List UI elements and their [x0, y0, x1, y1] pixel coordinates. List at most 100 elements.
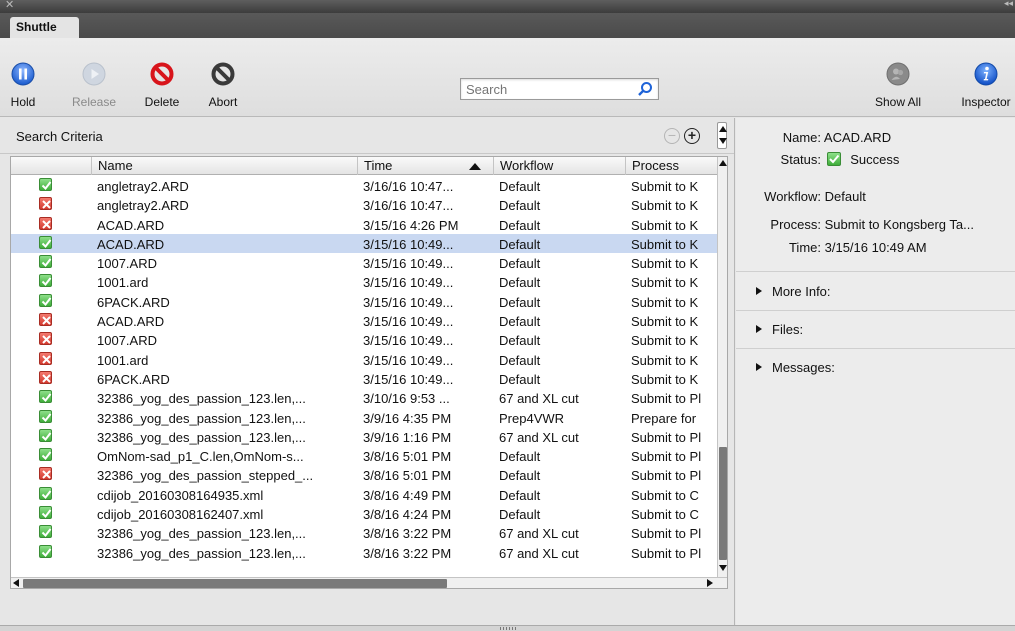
column-process[interactable]: Process	[625, 157, 717, 175]
inspector-name-row: Name: ACAD.ARD	[736, 130, 891, 145]
abort-button[interactable]: Abort	[203, 62, 243, 109]
success-check-icon	[39, 428, 52, 442]
table-row[interactable]: 32386_yog_des_passion_123.len,... 3/10/16…	[11, 388, 717, 407]
column-name[interactable]: Name	[91, 157, 357, 175]
table-row[interactable]: 32386_yog_des_passion_123.len,... 3/8/16 …	[11, 543, 717, 562]
column-status[interactable]	[11, 157, 91, 175]
close-icon[interactable]: ✕	[5, 0, 14, 11]
column-workflow[interactable]: Workflow	[493, 157, 625, 175]
toolbar: Hold Release Delete Abort Search Show Al…	[0, 38, 1015, 117]
release-label: Release	[71, 95, 117, 109]
horizontal-scrollbar[interactable]	[11, 577, 727, 588]
inspector-status-key: Status:	[780, 152, 821, 167]
scroll-up-icon[interactable]	[719, 160, 727, 166]
criteria-stepper[interactable]	[717, 122, 727, 149]
table-row[interactable]: OmNom-sad_p1_C.len,OmNom-s... 3/8/16 5:01…	[11, 446, 717, 465]
cell-workflow: Prep4VWR	[499, 410, 565, 426]
table-row[interactable]: ACAD.ARD 3/15/16 10:49... Default Submit to…	[11, 233, 717, 254]
table-row[interactable]: angletray2.ARD 3/16/16 10:47... Default Sub…	[11, 195, 717, 214]
pane-divider[interactable]	[734, 118, 735, 630]
vertical-scroll-thumb[interactable]	[719, 447, 727, 560]
cell-workflow: Default	[499, 507, 541, 523]
cell-time: 3/9/16 1:16 PM	[363, 429, 452, 445]
info-icon	[974, 62, 998, 86]
table-row[interactable]: 1001.ard 3/15/16 10:49... Default Submit to…	[11, 272, 717, 291]
column-time[interactable]: Time	[357, 157, 493, 175]
hold-button[interactable]: Hold	[10, 62, 36, 109]
cell-workflow: Default	[499, 275, 541, 291]
table-row[interactable]: 1007.ARD 3/15/16 10:49... Default Submit to…	[11, 253, 717, 272]
inspector-status-value: Success	[850, 152, 900, 167]
more-info-label: More Info:	[772, 284, 831, 299]
success-check-icon	[39, 390, 52, 404]
table-row[interactable]: 32386_yog_des_passion_123.len,... 3/9/16 …	[11, 408, 717, 427]
cell-name: 32386_yog_des_passion_123.len,...	[97, 429, 306, 445]
scroll-right-icon[interactable]	[707, 579, 713, 587]
stepper-up-icon[interactable]	[719, 126, 727, 132]
scroll-down-icon[interactable]	[719, 565, 727, 571]
error-x-icon	[39, 351, 52, 365]
cell-workflow: Default	[499, 217, 541, 233]
show-all-button[interactable]: Show All	[873, 62, 923, 109]
messages-disclosure[interactable]: Messages:	[756, 360, 835, 375]
cell-name: 1007.ARD	[97, 333, 157, 349]
cell-workflow: Default	[499, 198, 541, 214]
table-row[interactable]: ACAD.ARD 3/15/16 10:49... Default Submit to…	[11, 311, 717, 330]
abort-label: Abort	[208, 95, 238, 109]
table-row[interactable]: 1001.ard 3/15/16 10:49... Default Submit to…	[11, 350, 717, 369]
scroll-left-icon[interactable]	[13, 579, 19, 587]
delete-button[interactable]: Delete	[141, 62, 183, 109]
search-input[interactable]	[461, 79, 631, 99]
table-row[interactable]: 6PACK.ARD 3/15/16 10:49... Default Submit t…	[11, 369, 717, 388]
success-check-icon	[39, 409, 52, 423]
add-criteria-icon[interactable]: +	[684, 128, 700, 144]
inspector-label: Inspector	[961, 95, 1011, 109]
cell-process: Submit to K	[631, 217, 699, 233]
table-row[interactable]: angletray2.ARD 3/16/16 10:47... Default Sub…	[11, 176, 717, 195]
inspector-button[interactable]: Inspector	[956, 62, 1015, 109]
cell-process: Submit to Pl	[631, 468, 702, 484]
cell-workflow: Default	[499, 449, 541, 465]
cell-name: cdijob_20160308162407.xml	[97, 507, 264, 523]
files-label: Files:	[772, 322, 804, 337]
more-info-disclosure[interactable]: More Info:	[756, 284, 831, 299]
table-row[interactable]: cdijob_20160308164935.xml 3/8/16 4:49 PM D…	[11, 485, 717, 504]
inspector-separator	[736, 348, 1015, 349]
cell-time: 3/15/16 10:49...	[363, 294, 454, 310]
table-row[interactable]: ACAD.ARD 3/15/16 4:26 PM Default Submit to …	[11, 215, 717, 234]
cell-workflow: 67 and XL cut	[499, 526, 579, 542]
cell-workflow: 67 and XL cut	[499, 545, 579, 561]
success-check-icon	[39, 525, 52, 539]
collapse-icon[interactable]: ◂◂	[1004, 0, 1013, 9]
remove-criteria-icon[interactable]: −	[664, 128, 680, 144]
search-icon[interactable]	[637, 81, 653, 97]
cell-workflow: 67 and XL cut	[499, 429, 579, 445]
cell-workflow: 67 and XL cut	[499, 391, 579, 407]
horizontal-scroll-thumb[interactable]	[23, 579, 447, 588]
table-row[interactable]: cdijob_20160308162407.xml 3/8/16 4:24 PM D…	[11, 504, 717, 523]
table-row[interactable]: 32386_yog_des_passion_123.len,... 3/8/16 …	[11, 523, 717, 542]
inspector-workflow-key: Workflow:	[764, 189, 821, 204]
cell-process: Submit to K	[631, 179, 699, 194]
table-row[interactable]: 6PACK.ARD 3/15/16 10:49... Default Submit t…	[11, 292, 717, 311]
shuttle-window: ✕ ◂◂ Shuttle Hold Release Delete Abort S…	[0, 0, 1015, 631]
tab-shuttle[interactable]: Shuttle	[10, 17, 79, 38]
search-field[interactable]	[460, 78, 659, 100]
cell-workflow: Default	[499, 236, 541, 252]
cell-name: OmNom-sad_p1_C.len,OmNom-s...	[97, 449, 304, 465]
files-disclosure[interactable]: Files:	[756, 322, 803, 337]
table-row[interactable]: 32386_yog_des_passion_stepped_... 3/8/16 …	[11, 465, 717, 484]
inspector-workflow-value: Default	[824, 189, 866, 204]
table-body: angletray2.ARD 3/16/16 10:47... Default Sub…	[11, 176, 717, 562]
cell-time: 3/15/16 10:49...	[363, 314, 454, 330]
release-button[interactable]: Release	[68, 62, 120, 109]
stepper-down-icon[interactable]	[719, 138, 727, 144]
table-row[interactable]: 1007.ARD 3/15/16 10:49... Default Submit to…	[11, 330, 717, 349]
resize-grip-icon[interactable]	[500, 627, 516, 630]
cell-name: ACAD.ARD	[97, 236, 165, 252]
cell-name: 32386_yog_des_passion_stepped_...	[97, 468, 314, 484]
cell-name: 32386_yog_des_passion_123.len,...	[97, 526, 306, 542]
vertical-scrollbar[interactable]	[717, 157, 727, 577]
table-row[interactable]: 32386_yog_des_passion_123.len,... 3/9/16 …	[11, 427, 717, 446]
column-time-label: Time	[364, 158, 393, 173]
